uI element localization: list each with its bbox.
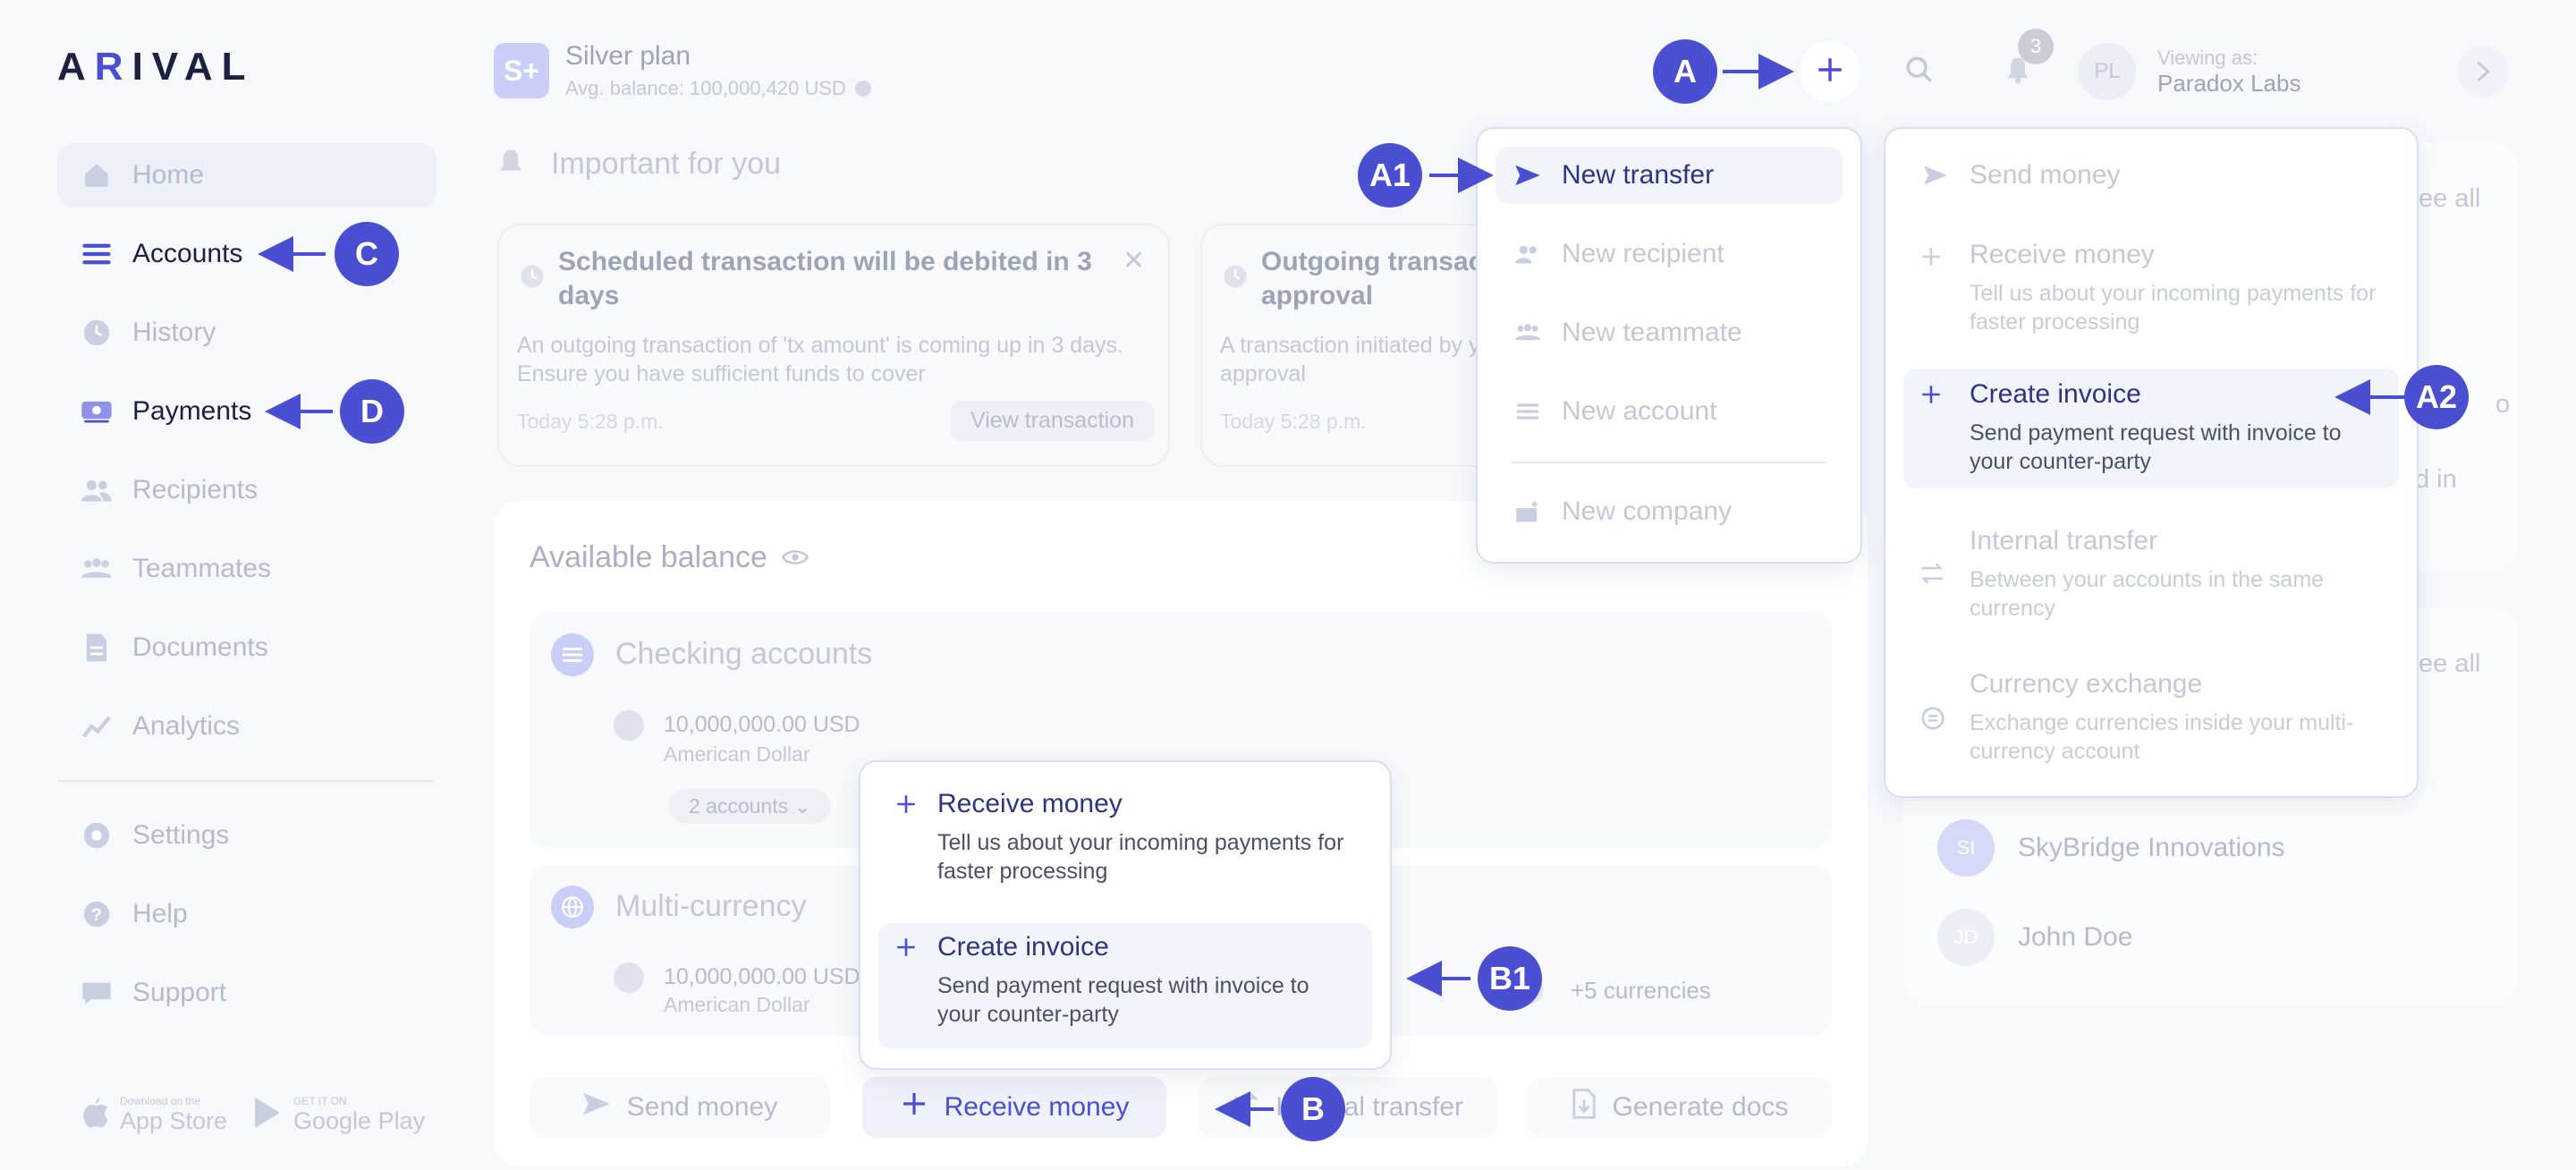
callout-c: C — [335, 222, 399, 286]
callout-a: A — [1653, 39, 1717, 104]
callout-b1: B1 — [1478, 946, 1542, 1011]
annotation-arrows — [258, 54, 2406, 1127]
callout-a2: A2 — [2404, 365, 2469, 429]
callout-b: B — [1281, 1077, 1345, 1141]
callout-a1: A1 — [1358, 143, 1422, 208]
callout-d: D — [340, 379, 404, 444]
